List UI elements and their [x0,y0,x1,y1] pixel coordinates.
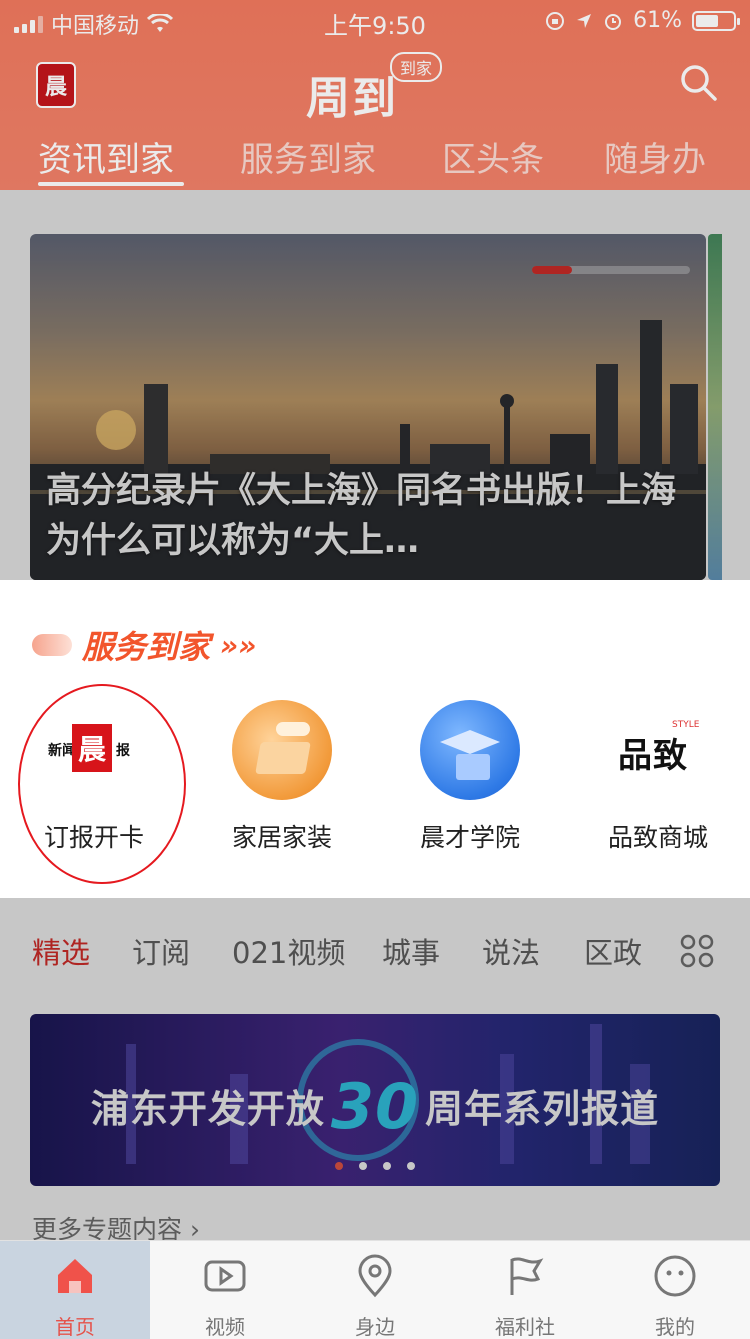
tab-service-home[interactable]: 服务到家 [240,132,376,181]
service-item-label: 家居家装 [231,823,332,852]
flag-icon [510,1257,544,1295]
tab-welfare[interactable]: 福利社 [450,1241,600,1339]
academy-icon [420,700,520,800]
service-item-home-decor[interactable]: 家居家装 [202,700,362,854]
service-item-label: 晨才学院 [419,823,520,852]
battery-percent: 61% [633,8,682,33]
hero-headline[interactable]: 高分纪录片《大上海》同名书出版！上海为什么可以称为“大上… [46,466,686,566]
service-items: 新闻 晨 报 订报开卡 家居家装 晨才学院 STYLE 品致 品致商城 [0,700,750,852]
home-icon [58,1259,92,1293]
pagination-dot[interactable] [359,1162,367,1170]
tab-home[interactable]: 首页 [0,1241,150,1339]
video-icon [204,1260,246,1292]
status-bar: 中国移动 上午9:50 61% [0,0,750,40]
pagination-dot[interactable] [407,1162,415,1170]
banner-title: 浦东开发开放30 周年系列报道 [90,1070,660,1143]
tab-district-headlines[interactable]: 区头条 [442,132,544,181]
newspaper-logo-icon[interactable]: 晨 [36,62,76,108]
app-brand-title: 周到 [306,73,398,124]
hero-carousel[interactable]: 高分纪录片《大上海》同名书出版！上海为什么可以称为“大上… [30,234,706,580]
service-item-label: 品致商城 [607,823,708,852]
service-item-store[interactable]: STYLE 品致 品致商城 [578,700,738,854]
category-021-video[interactable]: 021视频 [232,930,345,972]
service-panel: 服务到家 »» 新闻 晨 报 订报开卡 家居家装 晨才学院 STYLE 品致 品… [0,580,750,898]
location-pin-icon [358,1254,392,1298]
bottom-tab-bar: 首页 视频 身边 福利社 我的 [0,1240,750,1339]
alarm-icon [605,13,622,30]
category-nav: 精选 订阅 021视频 城事 说法 区政 [0,912,750,988]
service-panel-header[interactable]: 服务到家 »» [32,622,256,668]
main-content: 高分纪录片《大上海》同名书出版！上海为什么可以称为“大上… 服务到家 »» 新闻… [0,190,750,1244]
tab-profile[interactable]: 我的 [600,1241,750,1339]
service-item-academy[interactable]: 晨才学院 [390,700,550,854]
service-item-subscribe[interactable]: 新闻 晨 报 订报开卡 [14,700,174,854]
service-panel-title: 服务到家 [82,628,211,666]
location-arrow-icon [577,13,592,28]
next-slide-peek[interactable] [708,234,722,580]
app-header: 中国移动 上午9:50 61% 晨 周到 到家 资讯到家 服务到家 区头条 随身… [0,0,750,190]
tab-label: 我的 [655,1315,695,1339]
tab-nearby[interactable]: 身边 [300,1241,450,1339]
pagination-dot[interactable] [383,1162,391,1170]
rotation-lock-icon [546,11,565,30]
tab-label: 视频 [205,1315,245,1339]
top-tab-bar: 资讯到家 服务到家 区头条 随身办 [0,132,750,188]
category-subscribed[interactable]: 订阅 [132,930,190,972]
category-featured[interactable]: 精选 [32,930,90,972]
profile-face-icon [654,1255,696,1297]
tab-mobile-services[interactable]: 随身办 [604,132,706,181]
tab-news-home[interactable]: 资讯到家 [38,132,174,181]
battery-icon [692,10,740,31]
hero-progress-bar [532,266,690,274]
banner-anniversary-number: 30 [330,1070,420,1143]
category-grid-icon[interactable] [680,934,714,968]
topic-banner[interactable]: 浦东开发开放30 周年系列报道 [30,1014,720,1186]
service-item-label: 订报开卡 [43,823,144,852]
double-chevron-icon: »» [220,628,257,662]
pinzhi-store-icon: STYLE 品致 [608,700,708,800]
category-law[interactable]: 说法 [482,930,540,972]
search-icon[interactable] [678,62,718,102]
tab-label: 福利社 [495,1315,555,1339]
tab-video[interactable]: 视频 [150,1241,300,1339]
newspaper-logo-icon: 新闻 晨 报 [44,700,144,800]
home-decor-icon [232,700,332,800]
tab-label: 首页 [55,1315,95,1339]
category-district-gov[interactable]: 区政 [584,930,642,972]
tab-label: 身边 [355,1315,395,1339]
banner-pagination [30,1162,720,1170]
brand-tag-badge: 到家 [390,52,443,82]
pagination-dot[interactable] [335,1162,343,1170]
active-tab-indicator [38,182,184,186]
category-city[interactable]: 城事 [382,930,440,972]
pointing-hand-icon [32,634,72,656]
